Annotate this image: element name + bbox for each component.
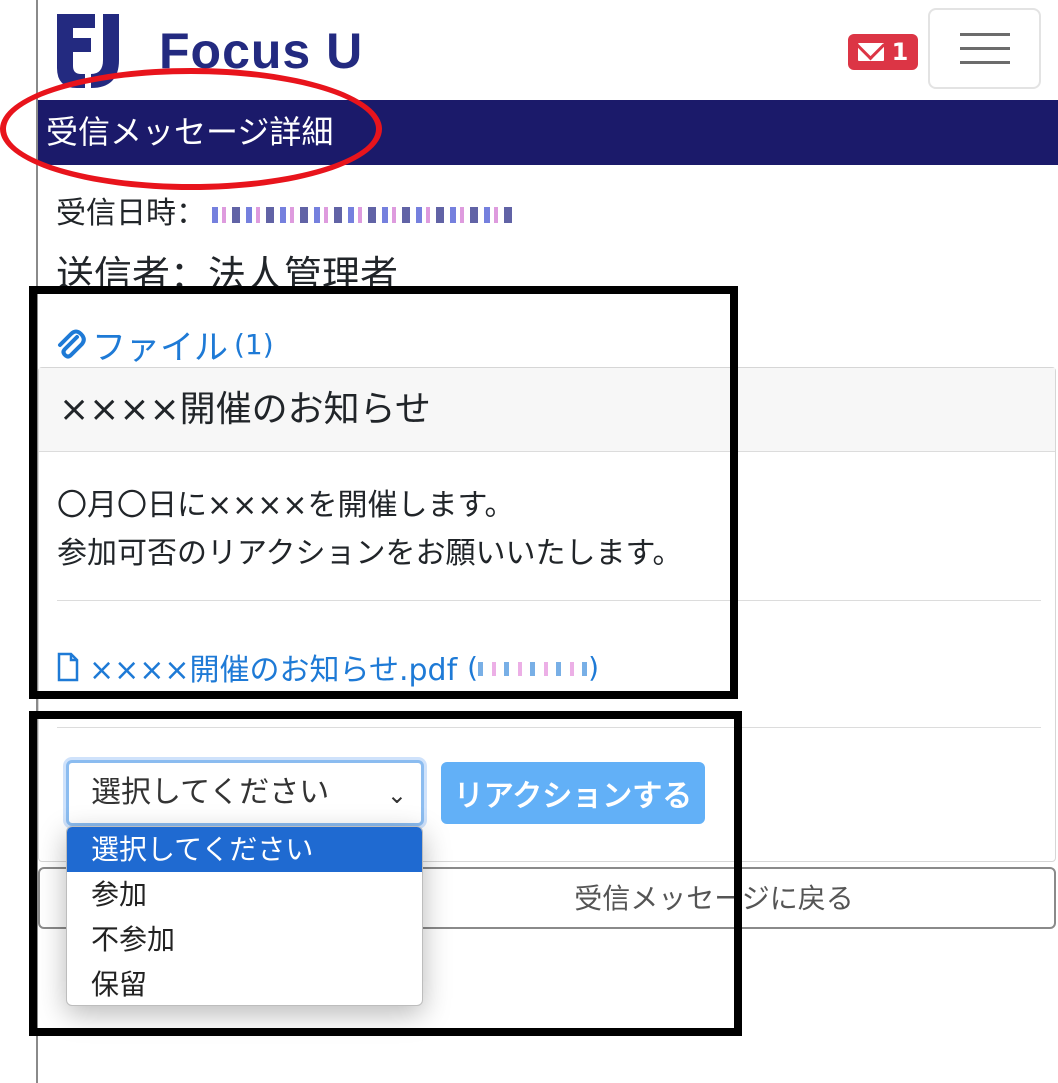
received-label: 受信日時：: [56, 196, 206, 231]
hamburger-menu-button[interactable]: [928, 8, 1041, 89]
annotation-box-message: [29, 286, 738, 699]
annotation-box-reaction: [29, 711, 742, 1036]
hamburger-bar: [959, 47, 1010, 50]
sender-line: 送信者：法人管理者: [56, 244, 398, 288]
envelope-icon: [857, 43, 884, 61]
blurred-datetime: [212, 206, 512, 223]
received-datetime: 受信日時：: [56, 188, 512, 232]
unread-mail-badge[interactable]: 1: [848, 34, 918, 70]
hamburger-bar: [959, 33, 1010, 36]
sender-label: 送信者：: [56, 253, 209, 288]
sender-name: 法人管理者: [208, 253, 399, 288]
hamburger-bar: [959, 61, 1010, 64]
unread-count: 1: [891, 38, 909, 66]
highlight-ellipse: [0, 68, 382, 190]
